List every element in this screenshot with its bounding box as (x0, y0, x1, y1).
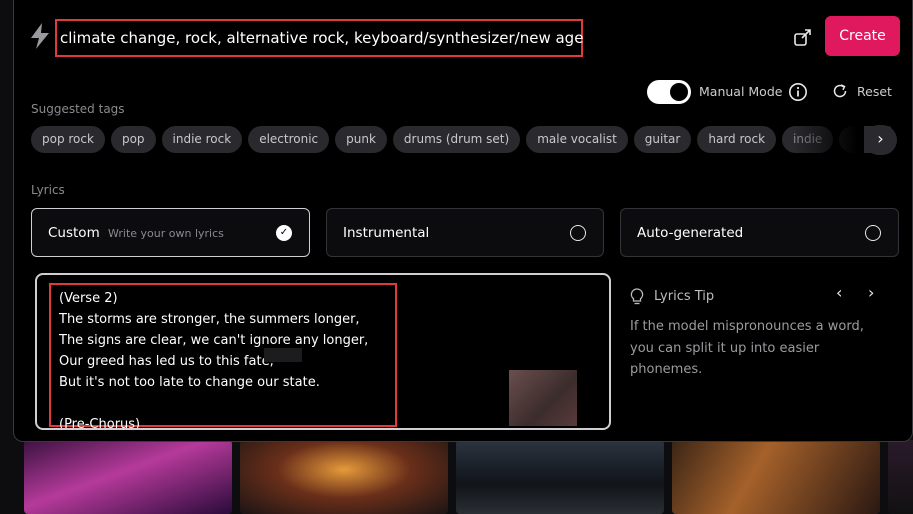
check-circle-icon: ✓ (276, 225, 292, 241)
gallery-thumbnail[interactable] (24, 440, 232, 514)
lyric-line: (Pre-Chorus) (59, 417, 141, 430)
toggle-knob (670, 83, 688, 101)
option-title: Instrumental (343, 225, 430, 241)
background-gallery (0, 440, 913, 514)
manual-mode-label: Manual Mode (699, 84, 783, 99)
redacted-region (264, 348, 302, 362)
lyrics-option-instrumental[interactable]: Instrumental (326, 208, 604, 257)
lyric-line: (Verse 2) (59, 291, 118, 306)
lyric-line: The storms are stronger, the summers lon… (59, 312, 360, 327)
lightbulb-icon (630, 288, 644, 305)
lyrics-tip-title: Lyrics Tip (654, 289, 715, 304)
tags-fade-overlay (794, 126, 864, 154)
radio-circle-icon (570, 225, 586, 241)
create-panel: climate change, rock, alternative rock, … (13, 0, 913, 442)
option-title: Custom (48, 225, 100, 241)
tag-chip[interactable]: hard rock (697, 126, 777, 153)
lightning-icon (31, 23, 49, 49)
share-icon[interactable] (792, 26, 814, 48)
suggested-tags-label: Suggested tags (31, 102, 125, 116)
tag-chip[interactable]: male vocalist (526, 126, 628, 153)
lyric-line: The signs are clear, we can't ignore any… (59, 333, 369, 348)
tag-chip[interactable]: pop rock (31, 126, 105, 153)
tag-chip[interactable]: pop (110, 126, 156, 153)
gallery-thumbnail[interactable] (240, 440, 448, 514)
redacted-region (509, 370, 577, 426)
gallery-thumbnail[interactable] (672, 440, 880, 514)
reset-icon[interactable] (832, 83, 848, 99)
lyrics-section-label: Lyrics (31, 183, 65, 197)
lyric-line: But it's not too late to change our stat… (59, 375, 320, 390)
app-page: climate change, rock, alternative rock, … (0, 0, 913, 514)
tag-chip[interactable]: guitar (633, 126, 692, 153)
lyrics-tip-text: If the model mispronounces a word, you c… (630, 319, 864, 377)
suggested-tags-list: pop rock pop indie rock electronic punk drums… (31, 126, 891, 154)
option-subtitle: Write your own lyrics (108, 227, 224, 240)
gallery-thumbnail[interactable] (456, 440, 664, 514)
reset-button[interactable]: Reset (857, 84, 892, 99)
create-button[interactable]: Create (825, 16, 900, 56)
tag-chip[interactable]: drums (drum set) (392, 126, 521, 153)
lyric-line: Our greed has led us to this fate, (59, 354, 274, 369)
style-prompt-input[interactable]: climate change, rock, alternative rock, … (55, 19, 583, 57)
tag-chip[interactable]: punk (335, 126, 387, 153)
info-icon[interactable] (788, 82, 808, 102)
tip-prev-chevron-icon[interactable]: ‹ (836, 283, 842, 302)
tip-next-chevron-icon[interactable]: › (868, 283, 874, 302)
manual-mode-toggle[interactable] (647, 80, 691, 104)
radio-circle-icon (865, 225, 881, 241)
lyrics-option-custom[interactable]: Custom Write your own lyrics ✓ (31, 208, 310, 257)
gallery-thumbnail[interactable] (888, 440, 913, 514)
tags-scroll-right-button[interactable]: › (864, 125, 897, 155)
lyrics-option-auto-generated[interactable]: Auto-generated (620, 208, 899, 257)
tag-chip[interactable]: indie rock (161, 126, 243, 153)
tag-chip[interactable]: electronic (248, 126, 330, 153)
option-title: Auto-generated (637, 225, 744, 241)
lyrics-highlight-region: (Verse 2) The storms are stronger, the s… (49, 283, 397, 430)
